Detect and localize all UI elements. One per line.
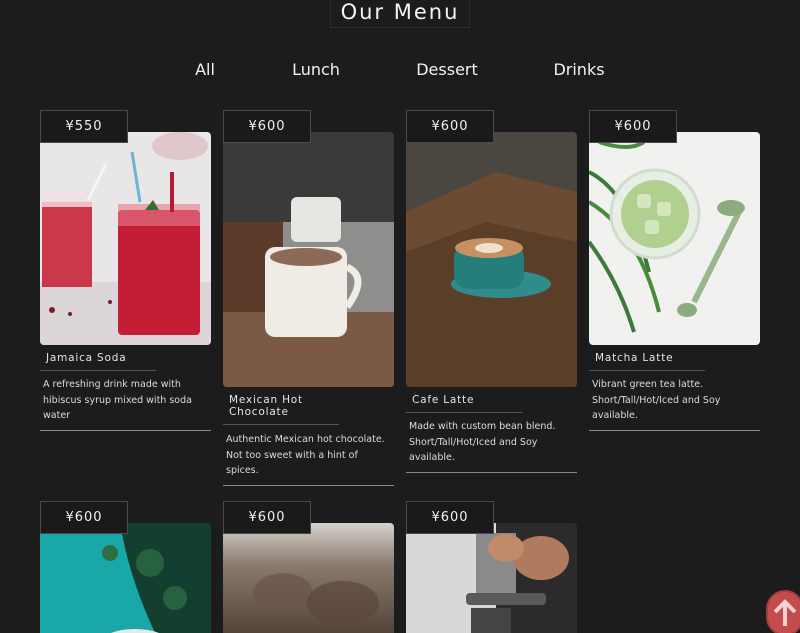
price-tag: ¥600 — [406, 501, 494, 534]
menu-item-image — [40, 523, 211, 633]
price-tag: ¥600 — [406, 110, 494, 143]
tab-lunch[interactable]: Lunch — [292, 60, 340, 79]
tab-drinks[interactable]: Drinks — [553, 60, 604, 79]
price-tag: ¥550 — [40, 110, 128, 143]
menu-card[interactable]: ¥600 — [406, 501, 577, 633]
arrow-up-icon — [773, 598, 797, 630]
tab-dessert[interactable]: Dessert — [416, 60, 478, 79]
menu-item-image — [406, 523, 577, 633]
tab-all[interactable]: All — [195, 60, 215, 79]
menu-item-name: Matcha Latte — [589, 352, 705, 371]
menu-card[interactable]: ¥600 Matcha Latte Vibrant green tea latt… — [589, 110, 760, 440]
price-tag: ¥600 — [589, 110, 677, 143]
price-tag: ¥600 — [223, 501, 311, 534]
menu-item-name: Mexican Hot Chocolate — [223, 394, 339, 425]
menu-item-description: Vibrant green tea latte. Short/Tall/Hot/… — [589, 377, 760, 431]
menu-item-name: Jamaica Soda — [40, 352, 156, 371]
menu-card[interactable]: ¥550 Jamaica Soda A refreshing drink mad… — [40, 110, 211, 440]
menu-item-image — [40, 132, 211, 345]
menu-item-image — [406, 132, 577, 387]
price-tag: ¥600 — [223, 110, 311, 143]
menu-card[interactable]: ¥600 — [40, 501, 211, 633]
menu-item-description: Made with custom bean blend. Short/Tall/… — [406, 419, 577, 473]
menu-card[interactable]: ¥600 Mexican Hot Chocolate Authentic Mex… — [223, 110, 394, 490]
menu-item-description: A refreshing drink made with hibiscus sy… — [40, 377, 211, 431]
scroll-to-top-button[interactable] — [766, 590, 800, 633]
menu-item-description: Authentic Mexican hot chocolate. Not too… — [223, 432, 394, 486]
menu-card[interactable]: ¥600 — [223, 501, 394, 633]
price-tag: ¥600 — [40, 501, 128, 534]
menu-item-image — [589, 132, 760, 345]
page-title: Our Menu — [330, 0, 470, 28]
menu-item-image — [223, 132, 394, 387]
menu-item-image — [223, 523, 394, 633]
menu-item-name: Cafe Latte — [406, 394, 522, 413]
menu-card[interactable]: ¥600 Cafe Latte Made with custom bean bl… — [406, 110, 577, 475]
category-tabs: All Lunch Dessert Drinks — [0, 60, 800, 82]
